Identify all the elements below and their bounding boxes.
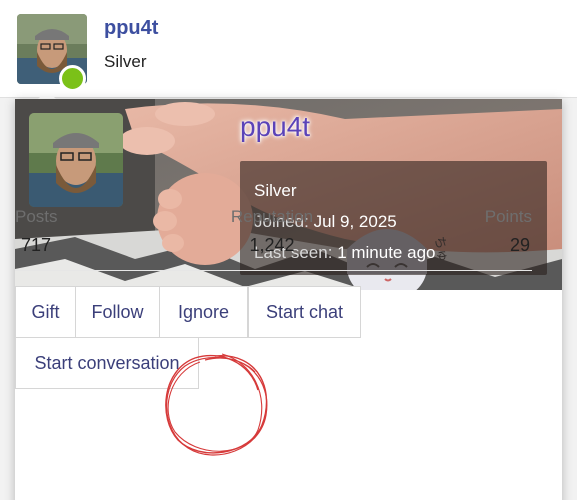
stat-reputation: Reputation 1,242	[229, 207, 315, 256]
start-chat-button[interactable]: Start chat	[248, 286, 361, 338]
start-conversation-button[interactable]: Start conversation	[15, 337, 199, 389]
online-status-icon	[59, 65, 86, 92]
stat-label: Posts	[15, 207, 58, 226]
follow-button[interactable]: Follow	[75, 286, 160, 338]
stat-label: Points	[484, 207, 532, 226]
user-rank: Silver	[104, 52, 147, 71]
stats-divider	[15, 270, 532, 271]
stat-label: Reputation	[230, 207, 314, 226]
gift-button[interactable]: Gift	[15, 286, 76, 338]
member-rank: Silver	[254, 181, 297, 200]
page-header: ppu4t Silver	[0, 0, 577, 98]
stat-posts[interactable]: Posts 717	[15, 207, 58, 256]
username-link[interactable]: ppu4t	[104, 17, 158, 40]
banner-username[interactable]: ppu4t	[240, 111, 310, 143]
banner-avatar-photo	[29, 113, 123, 207]
stat-value: 717	[21, 235, 52, 255]
stat-value: 1,242	[249, 235, 295, 255]
stat-value: 29	[509, 235, 530, 255]
ignore-button[interactable]: Ignore	[159, 286, 248, 338]
stat-points[interactable]: Points 29	[485, 207, 532, 256]
member-stats: Posts 717 Reputation 1,242 Points 29	[15, 207, 532, 267]
banner-avatar[interactable]	[29, 113, 123, 207]
